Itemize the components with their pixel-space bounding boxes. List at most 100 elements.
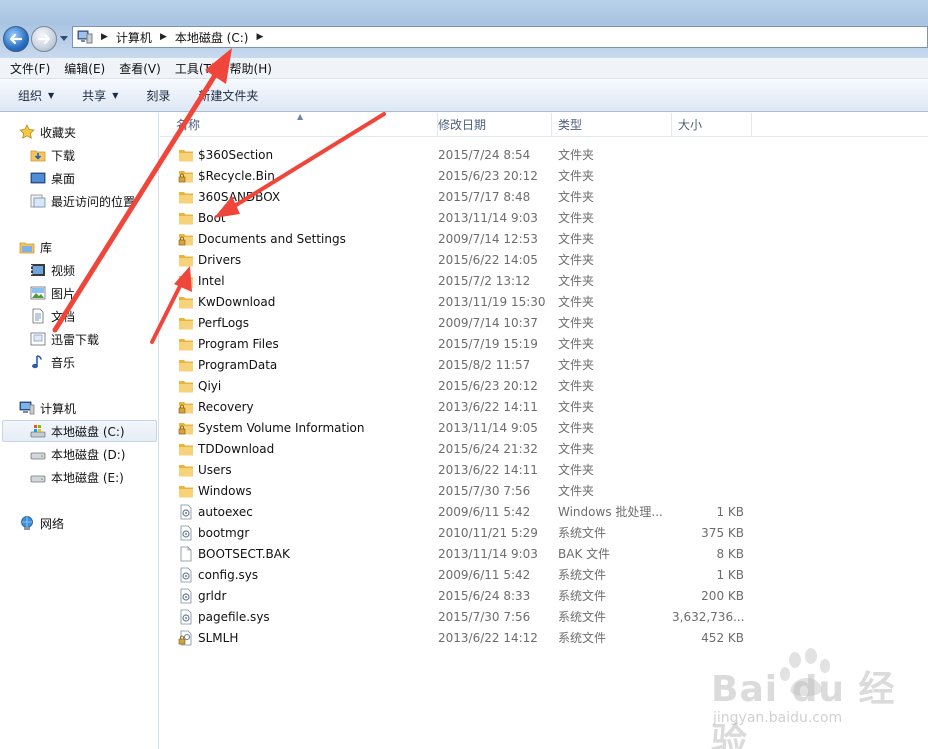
back-button[interactable] (3, 26, 29, 52)
forward-button[interactable] (31, 26, 57, 52)
file-name: Documents and Settings (198, 232, 346, 246)
file-name: BOOTSECT.BAK (198, 547, 290, 561)
file-row[interactable]: PerfLogs 2009/7/14 10:37 文件夹 (160, 313, 928, 334)
file-date: 2015/6/24 21:32 (438, 442, 538, 456)
file-name: Boot (198, 211, 226, 225)
file-size: 375 KB (701, 526, 744, 540)
nav-item-downloads[interactable]: 下载 (30, 145, 75, 165)
column-header-size[interactable]: 大小 (672, 113, 752, 137)
file-date: 2013/6/22 14:12 (438, 631, 538, 645)
file-list-pane[interactable]: 名称 ▲ 修改日期 类型 大小 $360Section 2015/7/24 8:5… (160, 112, 928, 749)
file-row[interactable]: System Volume Information 2013/11/14 9:05… (160, 418, 928, 439)
file-type: 系统文件 (558, 526, 607, 540)
folder-icon (179, 381, 193, 393)
column-header-date[interactable]: 修改日期 (432, 113, 552, 137)
folder-icon (179, 465, 193, 477)
address-bar[interactable]: ▶ 计算机 ▶ 本地磁盘 (C:) ▶ (72, 26, 928, 48)
file-row[interactable]: KwDownload 2013/11/19 15:30 文件夹 (160, 292, 928, 313)
nav-item-videos[interactable]: 视频 (30, 260, 75, 280)
file-row[interactable]: Drivers 2015/6/22 14:05 文件夹 (160, 250, 928, 271)
nav-drive-c[interactable]: 本地磁盘 (C:) (2, 420, 157, 442)
file-type: 文件夹 (558, 190, 595, 204)
file-type: 文件夹 (558, 379, 595, 393)
file-row[interactable]: SLMLH 2013/6/22 14:12 系统文件 452 KB (160, 628, 928, 649)
music-note-icon (32, 355, 42, 369)
burn-button[interactable]: 刻录 (146, 87, 170, 104)
file-date: 2015/7/2 13:12 (438, 274, 531, 288)
menu-help[interactable]: 帮助(H) (230, 60, 272, 77)
column-header-name[interactable]: 名称 (170, 113, 438, 137)
organize-button[interactable]: 组织 ▼ (18, 87, 54, 104)
menu-tools[interactable]: 工具(T) (175, 60, 216, 77)
file-size (672, 166, 744, 187)
column-header-type[interactable]: 类型 (552, 113, 672, 137)
recent-pages-dropdown[interactable] (58, 32, 70, 46)
file-type: 文件夹 (558, 463, 595, 477)
nav-item-desktop[interactable]: 桌面 (30, 168, 75, 188)
file-date: 2015/7/19 15:19 (438, 337, 538, 351)
file-type: 文件夹 (558, 274, 595, 288)
nav-item-documents[interactable]: 文档 (30, 306, 75, 326)
nav-drive-e[interactable]: 本地磁盘 (E:) (30, 467, 124, 487)
nav-network[interactable]: 网络 (19, 513, 64, 533)
file-row[interactable]: Qiyi 2015/6/23 20:12 文件夹 (160, 376, 928, 397)
file-type: 文件夹 (558, 169, 595, 183)
file-date: 2015/7/30 7:56 (438, 610, 531, 624)
file-name: Program Files (198, 337, 279, 351)
file-row[interactable]: $Recycle.Bin 2015/6/23 20:12 文件夹 (160, 166, 928, 187)
command-bar: 组织 ▼ 共享 ▼ 刻录 新建文件夹 (0, 80, 928, 112)
file-date: 2015/6/23 20:12 (438, 379, 538, 393)
menu-view[interactable]: 查看(V) (119, 60, 161, 77)
breadcrumb-separator[interactable]: ▶ (256, 32, 263, 42)
breadcrumb-local-disk-c[interactable]: 本地磁盘 (C:) (175, 29, 249, 46)
file-type: 文件夹 (558, 442, 595, 456)
file-date: 2009/6/11 5:42 (438, 568, 531, 582)
menu-file[interactable]: 文件(F) (10, 60, 50, 77)
file-row[interactable]: Recovery 2013/6/22 14:11 文件夹 (160, 397, 928, 418)
menu-edit[interactable]: 编辑(E) (64, 60, 105, 77)
file-row[interactable]: $360Section 2015/7/24 8:54 文件夹 (160, 145, 928, 166)
nav-drive-d[interactable]: 本地磁盘 (D:) (30, 444, 125, 464)
navigation-pane[interactable]: 收藏夹 下载 桌面 最近访问的位置 库 视频 图片 文档 迅雷下载 音乐 计算机 (0, 113, 159, 749)
file-row[interactable]: 360SANDBOX 2015/7/17 8:48 文件夹 (160, 187, 928, 208)
file-row[interactable]: config.sys 2009/6/11 5:42 系统文件 1 KB (160, 565, 928, 586)
file-row[interactable]: TDDownload 2015/6/24 21:32 文件夹 (160, 439, 928, 460)
new-folder-button[interactable]: 新建文件夹 (198, 87, 258, 104)
hard-drive-icon (30, 452, 46, 460)
file-row[interactable]: ProgramData 2015/8/2 11:57 文件夹 (160, 355, 928, 376)
file-row[interactable]: Documents and Settings 2009/7/14 12:53 文件夹 (160, 229, 928, 250)
breadcrumb-computer[interactable]: 计算机 (116, 29, 152, 46)
file-row[interactable]: Users 2013/6/22 14:11 文件夹 (160, 460, 928, 481)
file-row[interactable]: Boot 2013/11/14 9:03 文件夹 (160, 208, 928, 229)
nav-item-music[interactable]: 音乐 (30, 352, 75, 372)
nav-item-label: 下载 (51, 148, 76, 163)
breadcrumb-separator[interactable]: ▶ (160, 32, 167, 42)
file-date: 2013/6/22 14:11 (438, 400, 538, 414)
file-type: 文件夹 (558, 337, 595, 351)
nav-item-pictures[interactable]: 图片 (30, 283, 75, 303)
file-row[interactable]: Program Files 2015/7/19 15:19 文件夹 (160, 334, 928, 355)
nav-item-xunlei-downloads[interactable]: 迅雷下载 (30, 329, 99, 349)
file-row[interactable]: grldr 2015/6/24 8:33 系统文件 200 KB (160, 586, 928, 607)
nav-libraries[interactable]: 库 (19, 237, 52, 257)
file-size (672, 460, 744, 481)
file-row[interactable]: autoexec 2009/6/11 5:42 Windows 批处理... 1 KB (160, 502, 928, 523)
nav-computer[interactable]: 计算机 (19, 398, 76, 418)
file-row[interactable]: BOOTSECT.BAK 2013/11/14 9:03 BAK 文件 8 KB (160, 544, 928, 565)
file-row[interactable]: Windows 2015/7/30 7:56 文件夹 (160, 481, 928, 502)
breadcrumb-separator[interactable]: ▶ (101, 32, 108, 42)
menu-bar: 文件(F) 编辑(E) 查看(V) 工具(T) 帮助(H) (0, 58, 928, 79)
nav-favorites[interactable]: 收藏夹 (19, 122, 76, 142)
file-date: 2015/6/23 20:12 (438, 169, 538, 183)
file-row[interactable]: Intel 2015/7/2 13:12 文件夹 (160, 271, 928, 292)
share-button[interactable]: 共享 ▼ (82, 87, 118, 104)
file-name: 360SANDBOX (198, 190, 281, 204)
nav-computer-label: 计算机 (40, 401, 77, 416)
file-row[interactable]: pagefile.sys 2015/7/30 7:56 系统文件 3,632,736.… (160, 607, 928, 628)
hard-drive-icon (30, 475, 46, 483)
title-bar: ▶ 计算机 ▶ 本地磁盘 (C:) ▶ (0, 0, 928, 58)
file-row[interactable]: bootmgr 2010/11/21 5:29 系统文件 375 KB (160, 523, 928, 544)
nav-item-label: 视频 (51, 263, 76, 278)
nav-item-recent-places[interactable]: 最近访问的位置 (30, 191, 135, 211)
nav-item-label: 桌面 (51, 171, 76, 186)
